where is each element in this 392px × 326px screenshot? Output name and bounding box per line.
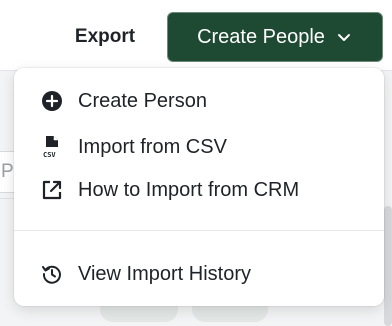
- menu-item-import-history[interactable]: View Import History: [14, 252, 384, 296]
- menu-divider: [14, 230, 384, 231]
- menu-item-create-person[interactable]: Create Person: [14, 79, 384, 123]
- svg-text:CSV: CSV: [43, 151, 56, 159]
- toolbar: Export Create People: [0, 0, 392, 71]
- create-people-label: Create People: [197, 25, 325, 48]
- menu-item-import-csv[interactable]: CSV Import from CSV: [14, 125, 384, 169]
- menu-item-label: View Import History: [78, 262, 252, 285]
- menu-item-label: Import from CSV: [78, 135, 227, 158]
- external-link-icon: [40, 178, 64, 202]
- scrollbar[interactable]: [384, 206, 392, 326]
- create-people-button[interactable]: Create People: [167, 12, 383, 62]
- history-icon: [40, 262, 64, 286]
- plus-circle-icon: [40, 89, 64, 113]
- csv-file-icon: CSV: [40, 135, 64, 159]
- chevron-down-icon: [337, 34, 350, 41]
- create-people-dropdown-menu: Create Person CSV Import from CSV How to…: [14, 68, 384, 306]
- menu-item-label: Create Person: [78, 89, 207, 112]
- menu-item-label: How to Import from CRM: [78, 178, 300, 201]
- export-button[interactable]: Export: [58, 16, 152, 58]
- menu-item-import-crm[interactable]: How to Import from CRM: [14, 168, 384, 212]
